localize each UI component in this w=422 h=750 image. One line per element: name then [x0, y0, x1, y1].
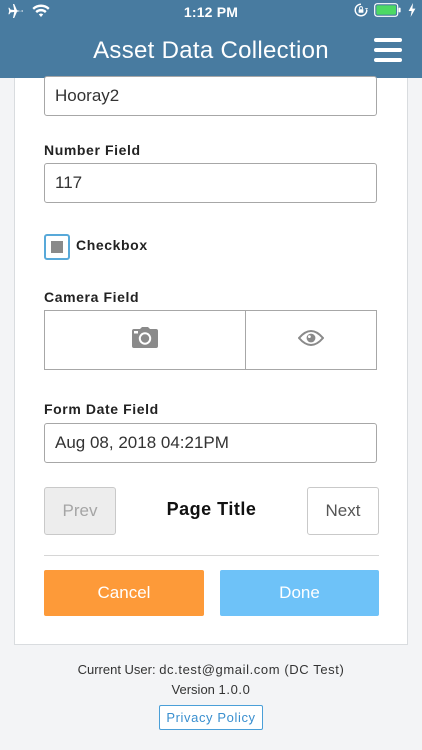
camera-field [44, 310, 377, 370]
next-button[interactable]: Next [307, 487, 379, 535]
cancel-button[interactable]: Cancel [44, 570, 204, 616]
take-photo-button[interactable] [45, 311, 246, 369]
status-bar: 1:12 PM [0, 0, 422, 24]
date-field-input[interactable]: Aug 08, 2018 04:21PM [44, 423, 377, 463]
privacy-policy-link[interactable]: Privacy Policy [159, 705, 263, 730]
page-title: Page Title [166, 499, 257, 519]
hamburger-menu-icon[interactable] [374, 38, 402, 62]
divider [44, 555, 379, 556]
app-header: 1:12 PM Asset Data Collection [0, 0, 422, 78]
camera-field-label: Camera Field [44, 289, 140, 305]
date-field-label: Form Date Field [44, 401, 159, 417]
orientation-lock-icon [354, 3, 368, 22]
version-line: Version 1.0.0 [0, 680, 422, 700]
text-field-input[interactable]: Hooray2 [44, 76, 377, 116]
page-title-header: Asset Data Collection [93, 37, 329, 64]
version-value: 1.0.0 [218, 682, 251, 697]
checkbox-checked-mark [51, 241, 63, 253]
footer: Current User: dc.test@gmail.com (DC Test… [0, 660, 422, 730]
current-user-line: Current User: dc.test@gmail.com (DC Test… [0, 660, 422, 680]
number-field-label: Number Field [44, 142, 141, 158]
checkbox-field[interactable] [44, 234, 70, 260]
current-user-value: dc.test@gmail.com (DC Test) [159, 662, 345, 677]
number-field-input[interactable]: 117 [44, 163, 377, 203]
battery-icon [374, 3, 402, 22]
eye-icon [297, 329, 325, 351]
view-photo-button[interactable] [246, 311, 376, 369]
camera-icon [131, 326, 159, 354]
form-card: Hooray2 Number Field 117 Checkbox Camera… [14, 76, 408, 645]
done-button[interactable]: Done [220, 570, 379, 616]
version-prefix: Version [171, 682, 219, 697]
prev-button[interactable]: Prev [44, 487, 116, 535]
checkbox-label: Checkbox [76, 237, 148, 253]
status-right-group [354, 3, 416, 22]
charging-bolt-icon [408, 3, 416, 22]
current-user-prefix: Current User: [77, 662, 160, 677]
